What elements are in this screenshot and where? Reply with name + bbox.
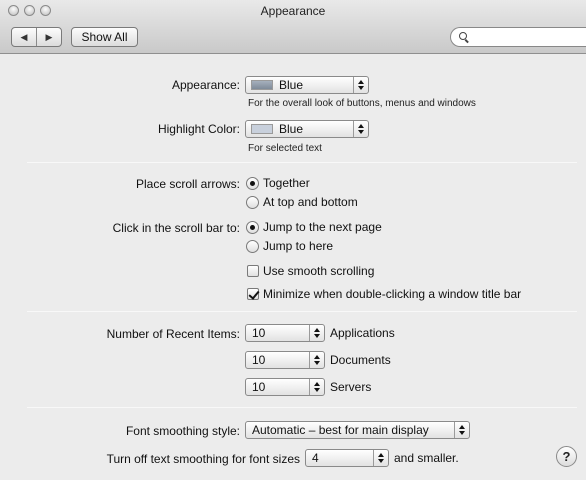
appearance-label: Appearance: <box>171 78 240 92</box>
separator <box>27 407 577 408</box>
radio-jump-here[interactable]: Jump to here <box>246 239 333 253</box>
recent-servers-popup[interactable]: 10 <box>245 378 325 396</box>
radio-top-and-bottom[interactable]: At top and bottom <box>246 195 358 209</box>
search-icon <box>459 32 467 40</box>
radio-label: Jump to here <box>263 239 334 253</box>
appearance-value: Blue <box>279 78 304 92</box>
checkbox <box>247 265 259 277</box>
back-button[interactable]: ◀ <box>12 28 36 46</box>
popup-arrows-icon <box>353 77 368 93</box>
recent-applications-value: 10 <box>252 326 266 340</box>
text-smoothing-size-value: 4 <box>312 451 319 465</box>
back-arrow-icon: ◀ <box>20 31 28 42</box>
radio-next-page[interactable]: Jump to the next page <box>246 220 382 234</box>
checkbox-label: Minimize when double-clicking a window t… <box>263 287 522 301</box>
radio-button-selected <box>246 220 259 234</box>
recent-applications-label: Applications <box>330 326 395 340</box>
text-smoothing-suffix: and smaller. <box>394 451 459 465</box>
forward-button[interactable]: ▶ <box>36 28 61 46</box>
search-field[interactable] <box>450 27 586 47</box>
forward-arrow-icon: ▶ <box>45 31 53 42</box>
checkbox-checked <box>247 288 259 300</box>
scroll-arrows-label: Place scroll arrows: <box>135 177 240 191</box>
recent-documents-popup[interactable]: 10 <box>245 351 325 369</box>
radio-together[interactable]: Together <box>246 176 310 190</box>
recent-documents-value: 10 <box>252 353 266 367</box>
popup-arrows-icon <box>353 121 368 137</box>
font-smoothing-popup[interactable]: Automatic – best for main display <box>245 421 470 439</box>
nav-segmented-control: ◀ ▶ <box>11 27 62 47</box>
minimize-double-click-checkbox[interactable]: Minimize when double-clicking a window t… <box>247 287 521 301</box>
scroll-click-label: Click in the scroll bar to: <box>112 221 240 235</box>
highlight-value: Blue <box>279 122 304 136</box>
question-mark-icon: ? <box>562 449 571 464</box>
window-title: Appearance <box>260 4 326 18</box>
font-smoothing-label: Font smoothing style: <box>125 424 240 438</box>
radio-label: Jump to the next page <box>263 220 382 234</box>
radio-label: Together <box>263 176 310 190</box>
show-all-button[interactable]: Show All <box>71 27 138 47</box>
preferences-window: Appearance ◀ ▶ Show All Appearance: Blue… <box>0 0 586 480</box>
popup-arrows-icon <box>454 422 469 438</box>
popup-arrows-icon <box>309 352 324 368</box>
radio-label: At top and bottom <box>263 195 358 209</box>
highlight-caption: For selected text <box>248 143 322 154</box>
separator <box>27 162 577 163</box>
smooth-scrolling-checkbox[interactable]: Use smooth scrolling <box>247 264 374 278</box>
text-smoothing-size-popup[interactable]: 4 <box>305 449 389 467</box>
recent-servers-label: Servers <box>330 380 372 394</box>
appearance-swatch <box>251 80 273 90</box>
recent-applications-popup[interactable]: 10 <box>245 324 325 342</box>
radio-button <box>246 239 259 253</box>
highlight-swatch <box>251 124 273 134</box>
recent-documents-label: Documents <box>330 353 391 367</box>
recent-servers-value: 10 <box>252 380 266 394</box>
popup-arrows-icon <box>309 379 324 395</box>
recent-items-label: Number of Recent Items: <box>106 327 240 341</box>
checkbox-label: Use smooth scrolling <box>263 264 375 278</box>
radio-button <box>246 195 259 209</box>
help-button[interactable]: ? <box>556 446 577 467</box>
highlight-popup[interactable]: Blue <box>245 120 369 138</box>
radio-button-selected <box>246 176 259 190</box>
title-bar: Appearance ◀ ▶ Show All <box>0 0 586 54</box>
appearance-popup[interactable]: Blue <box>245 76 369 94</box>
text-smoothing-label: Turn off text smoothing for font sizes <box>106 452 300 466</box>
popup-arrows-icon <box>309 325 324 341</box>
separator <box>27 311 577 312</box>
font-smoothing-value: Automatic – best for main display <box>252 423 429 437</box>
popup-arrows-icon <box>373 450 388 466</box>
highlight-label: Highlight Color: <box>157 122 240 136</box>
appearance-caption: For the overall look of buttons, menus a… <box>248 98 476 109</box>
